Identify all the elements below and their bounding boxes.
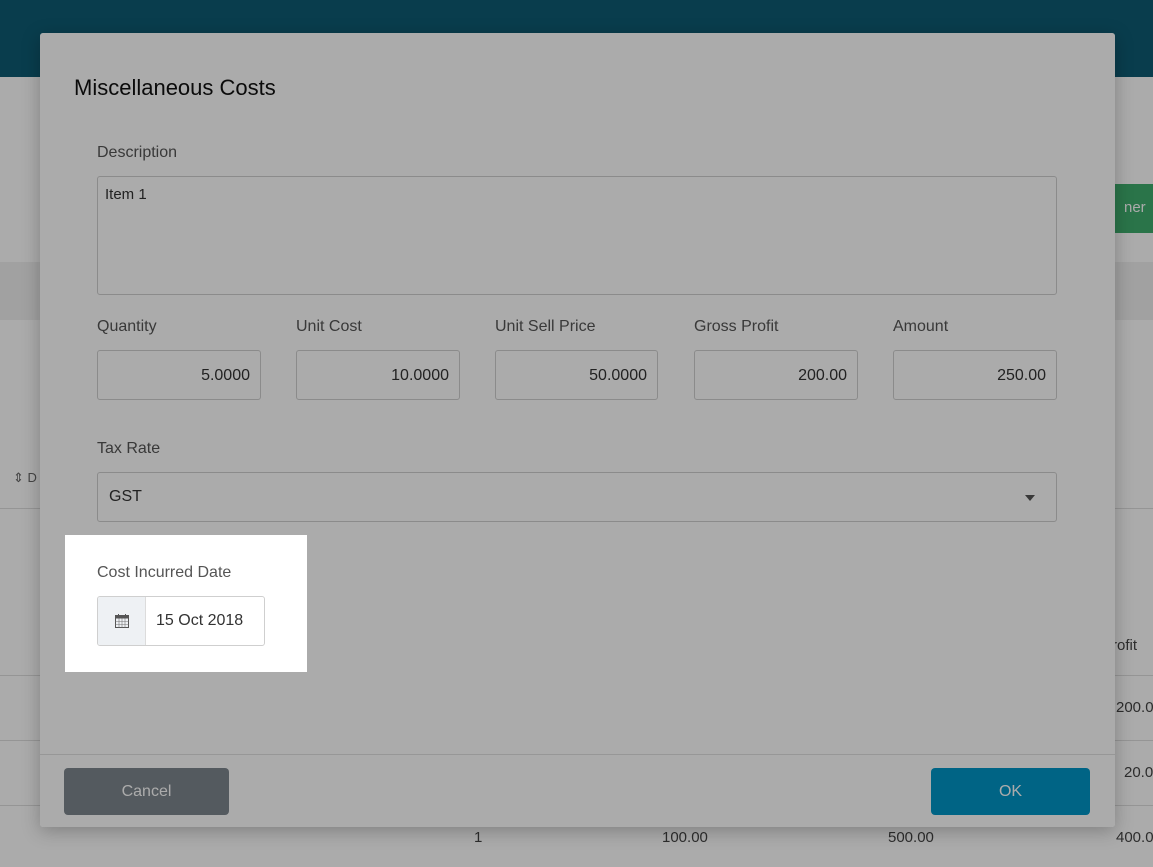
cost-date-value: 15 Oct 2018 — [156, 612, 244, 629]
cost-date-input[interactable]: 15 Oct 2018 — [97, 596, 265, 646]
dim-overlay — [307, 535, 1115, 672]
dim-overlay — [40, 535, 65, 672]
misc-costs-dialog: Miscellaneous Costs Description Item 1 Q… — [40, 33, 1115, 827]
calendar-button[interactable] — [98, 597, 146, 645]
dim-overlay — [40, 672, 1115, 827]
calendar-icon — [115, 614, 129, 628]
dim-overlay — [40, 33, 1115, 535]
cost-date-label: Cost Incurred Date — [97, 564, 232, 581]
